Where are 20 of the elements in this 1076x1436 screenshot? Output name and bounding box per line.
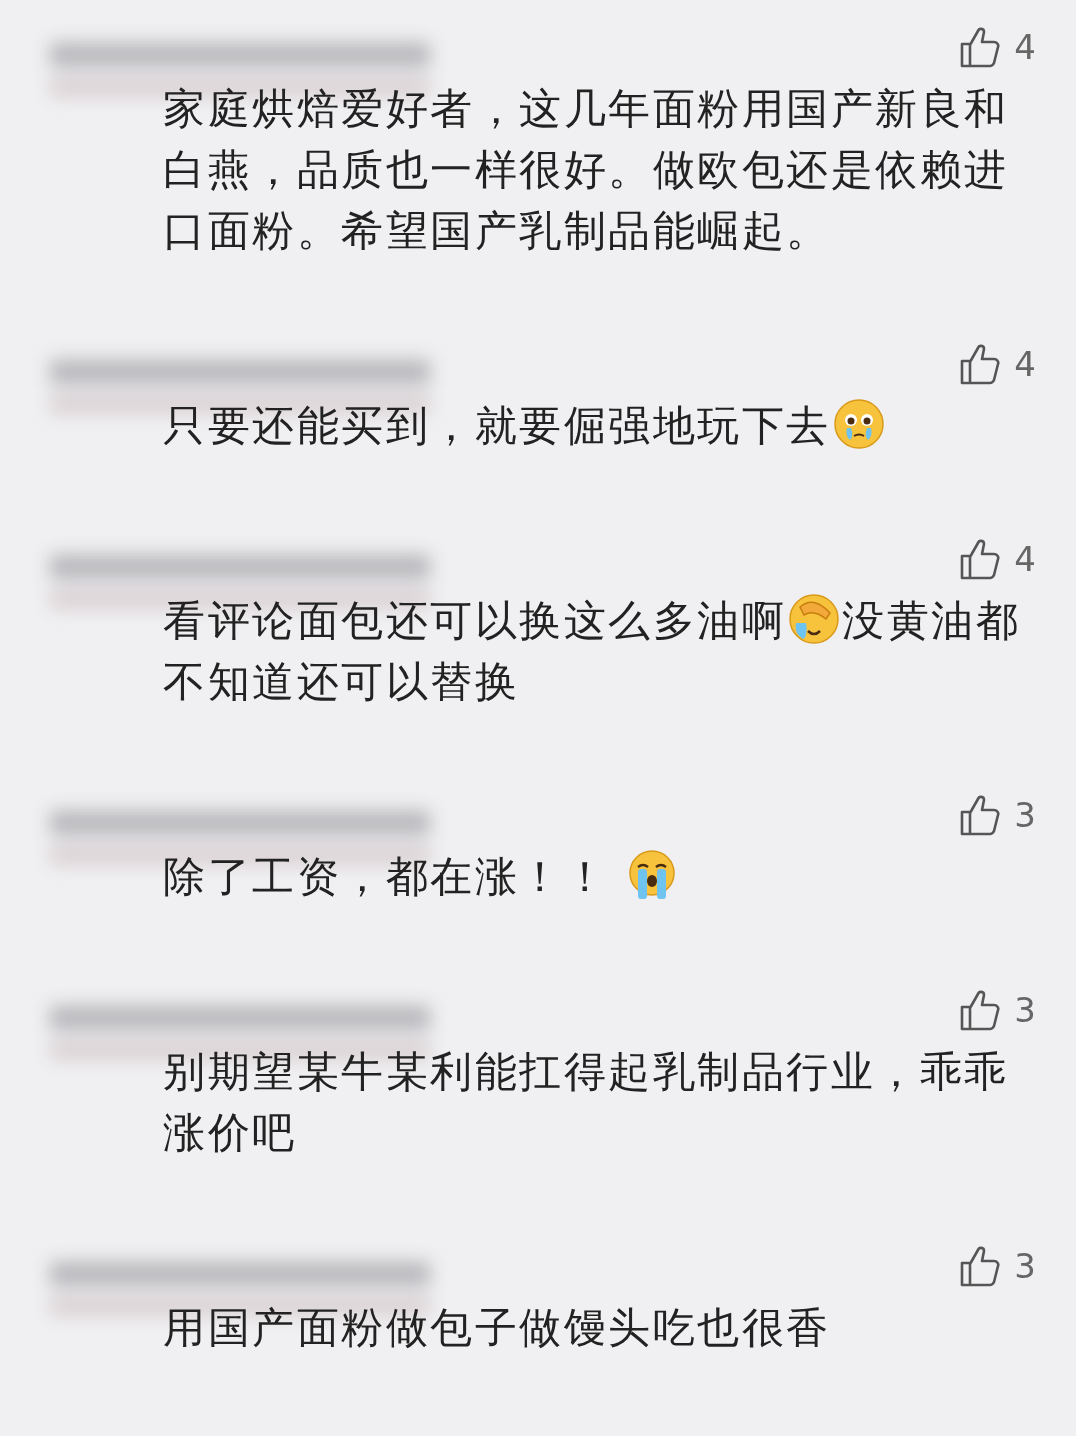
thumbs-up-icon[interactable] [960,794,1001,836]
like-count: 4 [1014,30,1036,64]
thumbs-up-icon[interactable] [960,1245,1001,1287]
thumbs-up-icon[interactable] [960,538,1001,580]
like-count: 4 [1014,542,1036,576]
teary-face-icon [832,398,885,450]
comment-text: 看评论面包还可以换这么多油啊 没黄油都不知道还可以替换 [163,590,1043,712]
thumbs-up-icon[interactable] [960,26,1001,68]
like-count: 3 [1014,798,1036,832]
facepalm-emoji-icon [788,593,840,645]
thumbs-up-icon[interactable] [960,989,1001,1031]
thumbs-up-icon[interactable] [960,343,1001,385]
comment-text: 除了工资，都在涨！！ [163,846,1043,907]
comment-text: 家庭烘焙爱好者，这几年面粉用国产新良和白燕，品质也一样很好。做欧包还是依赖进口面粉。希望国产乳制品能崛起。 [163,83,1010,257]
like-count: 3 [1014,993,1036,1027]
like-count: 4 [1014,347,1036,381]
like-count: 3 [1014,1249,1036,1283]
comment-text: 用国产面粉做包子做馒头吃也很香 [163,1302,832,1354]
comment-text: 别期望某牛某利能扛得起乳制品行业，乖乖涨价吧 [163,1046,1010,1159]
comment-text: 只要还能买到，就要倔强地玩下去 [163,395,1043,456]
